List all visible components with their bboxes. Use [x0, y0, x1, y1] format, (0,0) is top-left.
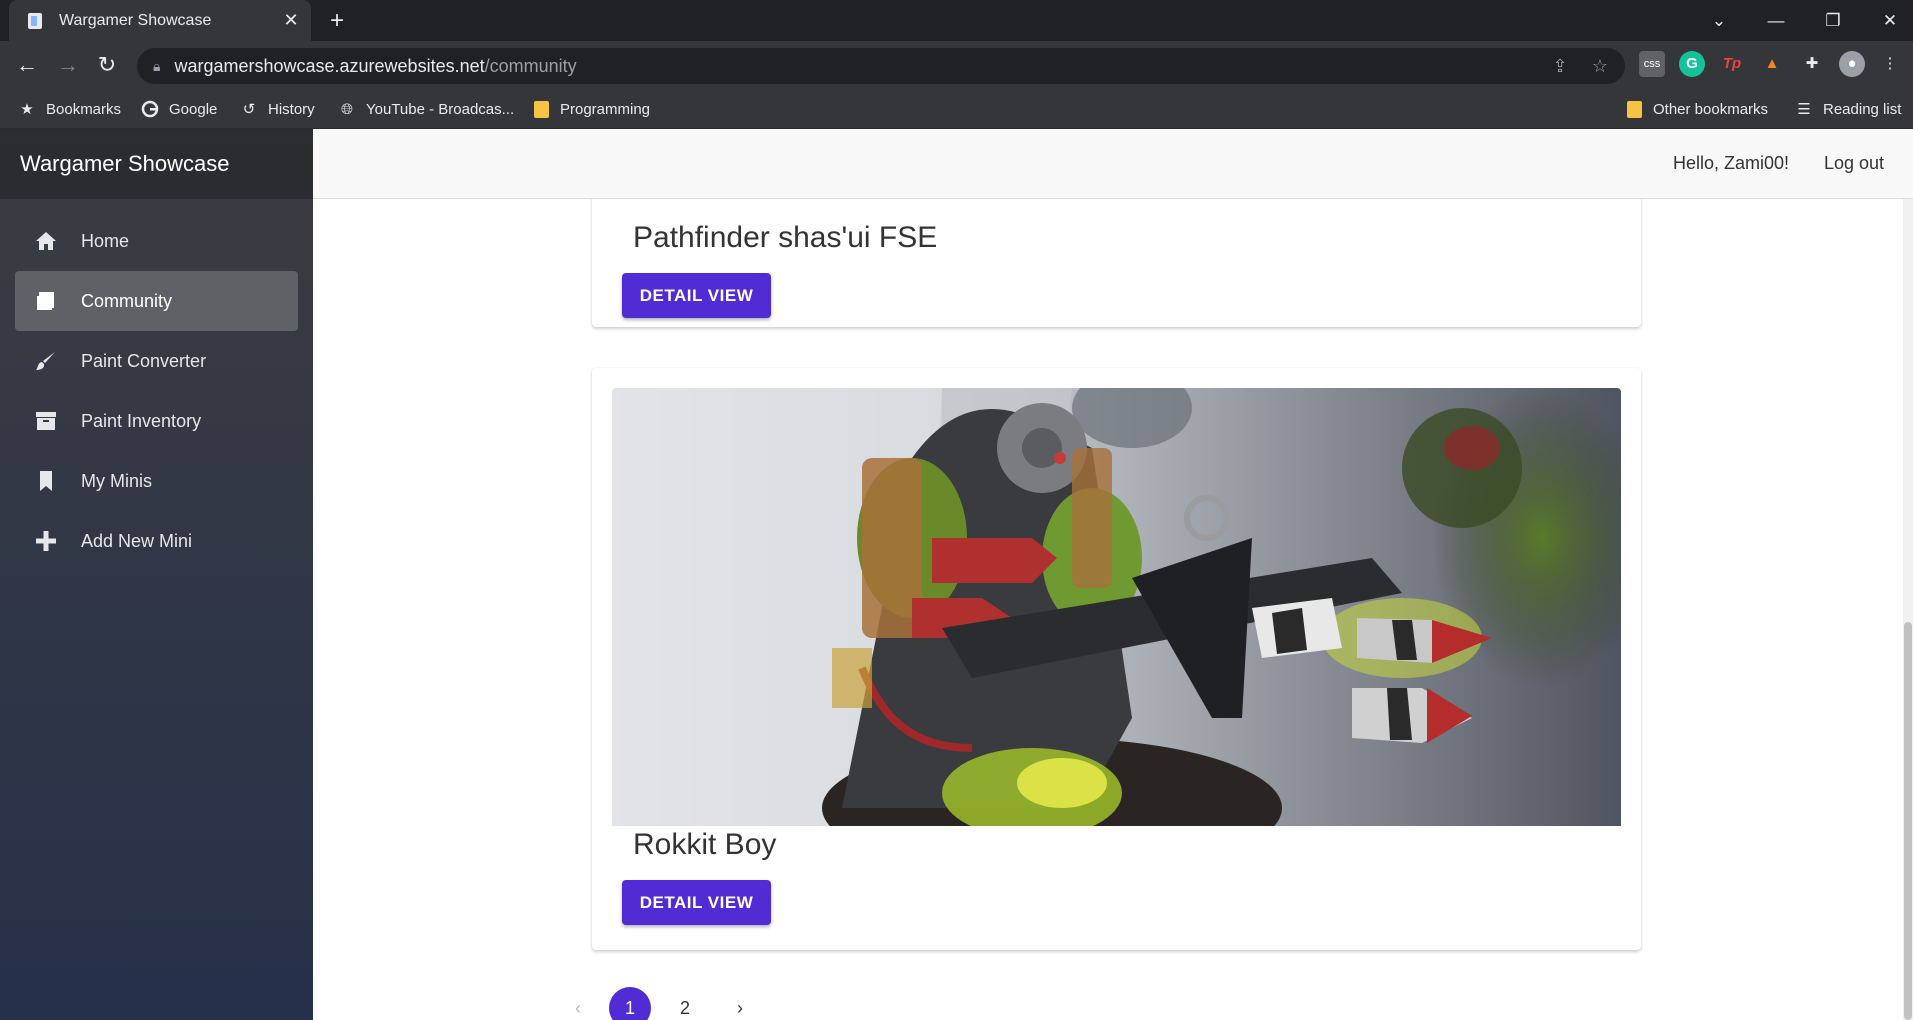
app-brand[interactable]: Wargamer Showcase [0, 129, 313, 199]
bookmark-label: Google [169, 100, 218, 118]
next-page-icon[interactable]: › [719, 987, 761, 1020]
tp-extension-icon[interactable]: Tp [1719, 51, 1745, 77]
reload-icon[interactable]: ↻ [91, 49, 123, 81]
bookmark-star-icon[interactable]: ☆ [1587, 53, 1613, 79]
sidebar-item-label: Paint Inventory [81, 410, 202, 431]
bookmark-icon [33, 468, 59, 494]
tab-search-icon[interactable]: ⌄ [1704, 6, 1734, 36]
bookmark-label: Programming [560, 100, 651, 118]
home-icon [33, 228, 59, 254]
google-icon [141, 100, 159, 118]
mini-card: Pathfinder shas'ui FSE DETAIL VIEW [592, 199, 1641, 327]
tab-title: Wargamer Showcase [59, 11, 212, 29]
browser-menu-icon[interactable]: ⋮ [1877, 51, 1903, 77]
page-button-current[interactable]: 1 [609, 987, 651, 1020]
sidebar-item-community[interactable]: Community [15, 271, 298, 331]
bookmark-item-bookmarks[interactable]: ★ Bookmarks [18, 98, 121, 120]
window-close-icon[interactable]: ✕ [1875, 6, 1905, 36]
css-extension-icon[interactable]: css [1639, 51, 1665, 77]
sidebar-item-paint-inventory[interactable]: Paint Inventory [15, 391, 298, 451]
metamask-extension-icon[interactable]: ▲ [1759, 51, 1785, 77]
browser-tab[interactable]: Wargamer Showcase ✕ [9, 0, 311, 41]
box-icon [33, 408, 59, 434]
bookmark-item-history[interactable]: ↺ History [240, 98, 315, 120]
sidebar-item-label: Paint Converter [81, 350, 207, 371]
book-icon [33, 288, 59, 314]
app-top-bar: Hello, Zami00! Log out [313, 129, 1913, 199]
bookmark-label: YouTube - Broadcas... [366, 100, 515, 118]
sidebar-item-add-new-mini[interactable]: Add New Mini [15, 511, 298, 571]
restore-icon[interactable]: ❐ [1818, 6, 1848, 36]
profile-avatar-icon[interactable]: ● [1839, 51, 1865, 77]
sidebar-item-label: Add New Mini [81, 530, 193, 551]
extensions-puzzle-icon[interactable]: ✚ [1799, 51, 1825, 77]
page-scrollbar[interactable] [1903, 199, 1913, 1020]
scrollbar-thumb[interactable] [1904, 622, 1912, 1020]
forward-icon[interactable]: → [52, 49, 84, 81]
minimize-icon[interactable]: — [1761, 6, 1791, 36]
sidebar-item-paint-converter[interactable]: Paint Converter [15, 331, 298, 391]
star-icon: ★ [20, 101, 34, 118]
brush-icon [33, 348, 59, 374]
new-tab-icon[interactable]: + [324, 8, 350, 34]
sidebar-item-label: My Minis [81, 470, 152, 491]
page-button[interactable]: 2 [664, 987, 706, 1020]
bookmark-item-google[interactable]: Google [141, 98, 217, 120]
sidebar-item-home[interactable]: Home [15, 211, 298, 271]
browser-tab-strip: Wargamer Showcase ✕ + ⌄ — ❐ ✕ [0, 0, 1913, 41]
browser-toolbar: ← → ↻ 🔒︎ wargamershowcase.azurewebsites.… [0, 41, 1913, 89]
url-path: /community [484, 55, 577, 76]
bookmark-label: History [268, 100, 315, 118]
share-icon[interactable]: ⇪ [1547, 53, 1573, 79]
reading-list-icon: ☰ [1797, 101, 1811, 118]
folder-icon [1625, 100, 1643, 118]
bookmarks-bar: ★ Bookmarks Google ↺ History 🌐︎ YouTube … [0, 89, 1913, 129]
reading-list[interactable]: ☰ Reading list [1795, 98, 1901, 120]
lock-icon: 🔒︎ [153, 57, 161, 74]
grammarly-extension-icon[interactable]: G [1679, 51, 1705, 77]
mini-photo [612, 388, 1621, 826]
mini-card: Rokkit Boy DETAIL VIEW [592, 368, 1641, 950]
back-icon[interactable]: ← [11, 49, 43, 81]
url-host: wargamershowcase.azurewebsites.net [174, 55, 485, 76]
bookmark-label: Other bookmarks [1653, 100, 1769, 118]
close-tab-icon[interactable]: ✕ [281, 10, 301, 30]
bookmark-label: Reading list [1823, 100, 1902, 118]
detail-view-button[interactable]: DETAIL VIEW [622, 273, 771, 318]
bookmark-item-youtube[interactable]: 🌐︎ YouTube - Broadcas... [338, 98, 514, 120]
folder-icon [532, 100, 550, 118]
globe-icon: 🌐︎ [340, 100, 353, 118]
sidebar-item-label: Community [81, 290, 173, 311]
history-icon: ↺ [242, 101, 256, 118]
address-bar[interactable]: 🔒︎ wargamershowcase.azurewebsites.net/co… [137, 48, 1625, 84]
sidebar: Wargamer Showcase Home Community Paint C… [0, 129, 313, 1020]
bookmark-label: Bookmarks [46, 100, 122, 118]
page-favicon-icon [25, 11, 45, 31]
sidebar-nav: Home Community Paint Converter Paint Inv… [0, 199, 313, 583]
community-content: Pathfinder shas'ui FSE DETAIL VIEW Rokki… [313, 199, 1913, 1020]
bookmark-other[interactable]: Other bookmarks [1625, 98, 1768, 120]
card-title: Rokkit Boy [633, 828, 777, 861]
previous-page-icon[interactable]: ‹ [557, 987, 599, 1020]
detail-view-button[interactable]: DETAIL VIEW [622, 880, 771, 925]
plus-icon [33, 528, 59, 554]
logout-link[interactable]: Log out [1824, 153, 1884, 174]
user-greeting[interactable]: Hello, Zami00! [1673, 153, 1789, 174]
card-title: Pathfinder shas'ui FSE [633, 221, 938, 254]
bookmark-item-programming[interactable]: Programming [532, 98, 650, 120]
sidebar-item-label: Home [81, 230, 130, 251]
sidebar-item-my-minis[interactable]: My Minis [15, 451, 298, 511]
